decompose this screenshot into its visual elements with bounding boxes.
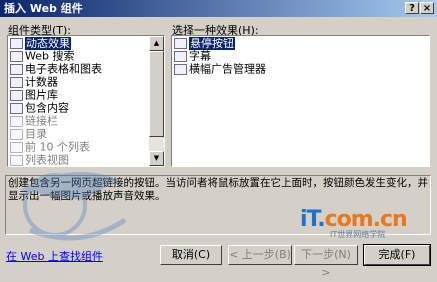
window-title: 插入 Web 组件 bbox=[4, 2, 83, 15]
component-type-item-label: 电子表格和图表 bbox=[25, 62, 102, 76]
toc-icon bbox=[10, 128, 23, 140]
component-type-item-label: 目录 bbox=[25, 127, 47, 141]
component-type-item[interactable]: 包含内容 bbox=[8, 101, 149, 115]
watermark-emblem-icon bbox=[20, 172, 127, 241]
photo-gallery-icon bbox=[10, 89, 23, 101]
component-type-item-label: 计数器 bbox=[25, 75, 58, 89]
component-type-item[interactable]: Web 搜索 bbox=[8, 49, 149, 63]
finish-button[interactable]: 完成(F) bbox=[363, 244, 431, 266]
component-type-item[interactable]: 目录 bbox=[8, 127, 149, 141]
component-type-item-label: Web 搜索 bbox=[25, 49, 75, 63]
link-bar-icon bbox=[10, 115, 23, 127]
component-list-scrollbar[interactable]: ▲ ▼ bbox=[149, 36, 164, 166]
effect-item[interactable]: 悬停按钮 bbox=[172, 36, 429, 50]
component-type-item-label: 包含内容 bbox=[25, 101, 69, 115]
close-button[interactable]: × bbox=[420, 2, 434, 14]
scroll-thumb[interactable] bbox=[149, 51, 164, 137]
scroll-up-button[interactable]: ▲ bbox=[149, 36, 164, 51]
hover-button-icon bbox=[174, 37, 187, 49]
component-type-item[interactable]: 电子表格和图表 bbox=[8, 62, 149, 76]
effect-list[interactable]: 悬停按钮 字幕 横幅广告管理器 bbox=[171, 35, 430, 167]
back-button[interactable]: < 上一步(B) bbox=[228, 245, 292, 265]
component-type-item-label: 图片库 bbox=[25, 88, 58, 102]
component-type-item[interactable]: 计数器 bbox=[8, 75, 149, 89]
effect-item-label: 字幕 bbox=[189, 49, 211, 63]
component-type-item-label: 链接栏 bbox=[25, 114, 58, 128]
component-type-item[interactable]: 链接栏 bbox=[8, 114, 149, 128]
title-bar: 插入 Web 组件 ? × bbox=[0, 0, 437, 17]
component-type-item[interactable]: 图片库 bbox=[8, 88, 149, 102]
animation-icon bbox=[10, 37, 23, 49]
find-components-web-link[interactable]: 在 Web 上查找组件 bbox=[6, 248, 103, 264]
component-type-list[interactable]: 动态效果 Web 搜索 电子表格和图表 计数器 图片库 包含内容 链接栏 目录前 10 个列表… bbox=[7, 35, 165, 167]
effect-item[interactable]: 字幕 bbox=[172, 49, 429, 63]
help-button[interactable]: ? bbox=[405, 2, 419, 14]
component-type-item[interactable]: 动态效果 bbox=[8, 36, 149, 50]
include-content-icon bbox=[10, 102, 23, 114]
counter-icon bbox=[10, 76, 23, 88]
component-type-item-label: 动态效果 bbox=[25, 36, 71, 50]
effect-item-label: 悬停按钮 bbox=[189, 36, 235, 50]
logo-subtitle: IT世界网络学院 bbox=[330, 230, 386, 239]
spreadsheet-icon bbox=[10, 63, 23, 75]
cancel-button[interactable]: 取消(C) bbox=[160, 245, 222, 265]
scroll-down-button[interactable]: ▼ bbox=[149, 151, 164, 166]
next-button[interactable]: 下一步(N) > bbox=[294, 245, 358, 279]
banner-ad-icon bbox=[174, 63, 187, 75]
effect-item-label: 横幅广告管理器 bbox=[189, 62, 266, 76]
web-search-icon bbox=[10, 50, 23, 62]
effect-item[interactable]: 横幅广告管理器 bbox=[172, 62, 429, 76]
marquee-icon bbox=[174, 50, 187, 62]
